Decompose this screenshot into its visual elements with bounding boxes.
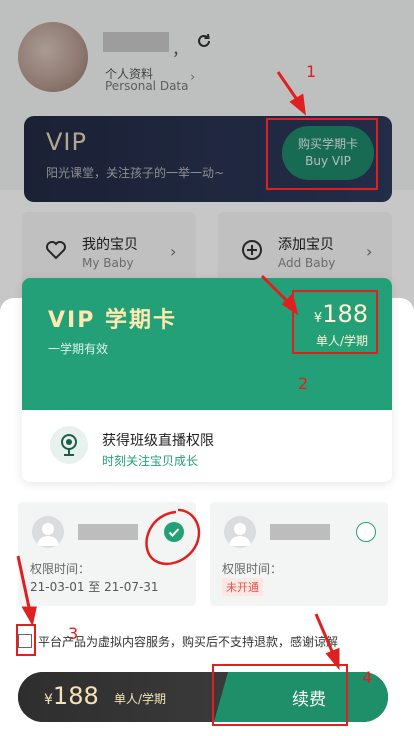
annotation-number-1: 1 [306,62,317,81]
selected-check-icon[interactable] [164,522,184,542]
pay-summary: ¥188 单人/学期 [18,672,228,722]
baby-card-1[interactable]: 权限时间： 21-03-01 至 21-07-31 [18,502,196,606]
annotation-number-4: 4 [362,668,373,687]
pay-price-value: 188 [52,682,99,710]
pay-price: ¥188 [44,682,99,710]
period-label: 权限时间： [222,562,283,576]
baby-avatar [32,516,64,548]
annotation-box-4 [212,664,348,726]
vip-card-title: VIP 学期卡 [48,308,177,333]
agreement-text[interactable]: 平台产品为虚拟内容服务，购买后不支持退款，感谢谅解 [38,633,338,650]
period-value: 21-03-01 至 21-07-31 [30,580,159,594]
annotation-box-3 [16,624,36,656]
baby-name-redacted [78,524,138,540]
currency-symbol: ¥ [44,692,53,708]
annotation-box-1 [266,118,378,190]
vip-card-subtitle: 一学期有效 [48,342,109,356]
baby-name-redacted [270,524,330,540]
annotation-box-2 [292,290,378,354]
baby-card-2[interactable]: 权限时间： 未开通 [210,502,388,606]
period-label: 权限时间： [30,562,91,576]
annotation-number-3: 3 [68,624,79,643]
unselected-radio-icon[interactable] [356,522,376,542]
camera-icon [50,426,88,464]
pay-unit: 单人/学期 [114,692,167,706]
not-activated-badge: 未开通 [222,578,263,596]
benefit-subtitle: 时刻关注宝贝成长 [102,454,199,468]
baby-avatar [224,516,256,548]
benefit-title: 获得班级直播权限 [102,433,214,449]
annotation-number-2: 2 [298,374,309,393]
